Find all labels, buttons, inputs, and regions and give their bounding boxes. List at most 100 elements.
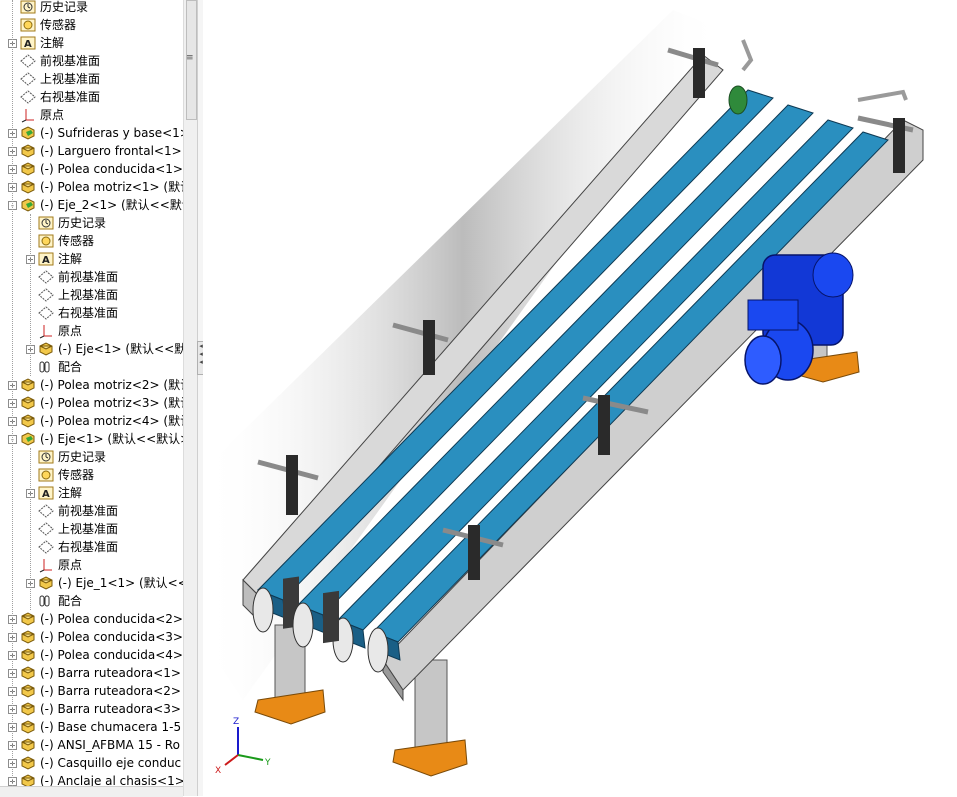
tree-node[interactable]: 原点 [0,322,183,340]
tree-node[interactable]: + (-) Polea conducida<3> [0,628,183,646]
plane-icon [20,53,36,69]
tree-node[interactable]: + (-) ANSI_AFBMA 15 - Ro [0,736,183,754]
tree-node[interactable]: 前视基准面 [0,52,183,70]
tree-node[interactable]: 右视基准面 [0,88,183,106]
tree-node[interactable]: + (-) Polea motriz<2> (默认 [0,376,183,394]
plane-icon [38,305,54,321]
tree-node[interactable]: + (-) Polea conducida<2> [0,610,183,628]
tree-node[interactable]: + A 注解 [0,484,183,502]
tree-node[interactable]: 配合 [0,592,183,610]
tree-node-label: (-) Polea conducida<1> [40,162,183,176]
tree-node[interactable]: + (-) Barra ruteadora<3> [0,700,183,718]
tree-node[interactable]: 传感器 [0,232,183,250]
tree-node[interactable]: 右视基准面 [0,538,183,556]
tree-node[interactable]: 传感器 [0,16,183,34]
tree-node-label: (-) Polea motriz<4> (默认 [40,414,183,428]
annotation-icon: A [20,35,36,51]
plane-icon [20,89,36,105]
triad-z-label: Z [233,717,239,727]
tree-node[interactable]: + (-) Sufrideras y base<1> [0,124,183,142]
tree-guide-line [12,0,13,790]
tree-node-label: (-) Polea conducida<2> [40,612,183,626]
annotation-icon: A [38,485,54,501]
tree-node[interactable]: 上视基准面 [0,70,183,88]
graphics-viewport[interactable]: Z Y X [203,0,957,796]
sensor-icon [38,467,54,483]
tree-node-label: 历史记录 [58,450,107,464]
tree-node-label: (-) ANSI_AFBMA 15 - Ro [40,738,180,752]
tree-node-label: 配合 [58,594,83,608]
tree-vertical-scrollbar[interactable] [183,0,198,796]
tree-node-label: (-) Eje_2<1> (默认<<默认 [40,198,183,212]
tree-node-label: 注解 [58,486,83,500]
tree-node[interactable]: + (-) Polea conducida<1> [0,160,183,178]
tree-node[interactable]: + (-) Polea conducida<4> [0,646,183,664]
tree-node-label: 前视基准面 [58,270,119,284]
tree-node-label: 原点 [58,558,83,572]
part-icon [20,413,36,429]
tree-node[interactable]: 右视基准面 [0,304,183,322]
tree-node-label: 上视基准面 [40,72,101,86]
tree-node-label: (-) Base chumacera 1-5 [40,720,182,734]
tree-node[interactable]: + A 注解 [0,250,183,268]
subassembly-icon [20,125,36,141]
tree-node[interactable]: 配合 [0,358,183,376]
triad-y-label: Y [264,758,271,768]
tree-node[interactable]: 历史记录 [0,448,183,466]
conveyor-model: Z Y X [203,10,924,777]
tree-node[interactable]: 上视基准面 [0,520,183,538]
tree-node-label: 右视基准面 [58,540,119,554]
tree-node[interactable]: + (-) Polea motriz<4> (默认 [0,412,183,430]
tree-node[interactable]: + (-) Polea motriz<3> (默认 [0,394,183,412]
tree-node[interactable]: + (-) Casquillo eje conduc [0,754,183,772]
tree-node[interactable]: 传感器 [0,466,183,484]
history-icon [38,215,54,231]
tree-node-label: (-) Barra ruteadora<2> [40,684,181,698]
subassembly-icon [20,197,36,213]
part-icon [20,161,36,177]
part-icon [20,755,36,771]
history-icon [38,449,54,465]
mates-icon [38,359,54,375]
tree-node[interactable]: - (-) Eje_2<1> (默认<<默认 [0,196,183,214]
tree-horizontal-scrollbar[interactable] [0,786,183,797]
tree-node[interactable]: + (-) Barra ruteadora<2> [0,682,183,700]
tree-node[interactable]: 原点 [0,106,183,124]
tree-node[interactable]: 上视基准面 [0,286,183,304]
tree-node[interactable]: 原点 [0,556,183,574]
drive-pulley [728,85,748,115]
scroll-grip-icon: ≡ [186,53,194,63]
tree-node[interactable]: 前视基准面 [0,502,183,520]
tree-node[interactable]: + (-) Larguero frontal<1> [0,142,183,160]
plane-icon [20,71,36,87]
tree-node[interactable]: + A 注解 [0,34,183,52]
svg-text:A: A [24,39,32,50]
plane-icon [38,269,54,285]
tree-node[interactable]: 前视基准面 [0,268,183,286]
tree-guide-line [30,448,31,610]
tree-node-label: (-) Polea conducida<4> [40,648,183,662]
part-icon [20,395,36,411]
tree-node-label: (-) Polea motriz<2> (默认 [40,378,183,392]
part-icon [20,665,36,681]
tree-node[interactable]: 历史记录 [0,214,183,232]
tree-node[interactable]: + (-) Polea motriz<1> (默认 [0,178,183,196]
tree-node[interactable]: + (-) Barra ruteadora<1> [0,664,183,682]
tree-node[interactable]: - (-) Eje<1> (默认<<默认> [0,430,183,448]
subassembly-icon [20,431,36,447]
tree-node-label: 右视基准面 [40,90,101,104]
tree-node[interactable]: 历史记录 [0,0,183,16]
tree-node-label: 前视基准面 [40,54,101,68]
part-icon [38,575,54,591]
part-icon [20,179,36,195]
tree-node-label: (-) Casquillo eje conduc [40,756,182,770]
history-icon [20,0,36,15]
tree-node[interactable]: + (-) Eje<1> (默认<<默 [0,340,183,358]
tree-node[interactable]: + (-) Eje_1<1> (默认<< [0,574,183,592]
plane-icon [38,521,54,537]
part-icon [20,143,36,159]
tree-node-label: (-) Polea motriz<1> (默认 [40,180,183,194]
tree-node-label: 注解 [58,252,83,266]
sensor-icon [20,17,36,33]
tree-node[interactable]: + (-) Base chumacera 1-5 [0,718,183,736]
